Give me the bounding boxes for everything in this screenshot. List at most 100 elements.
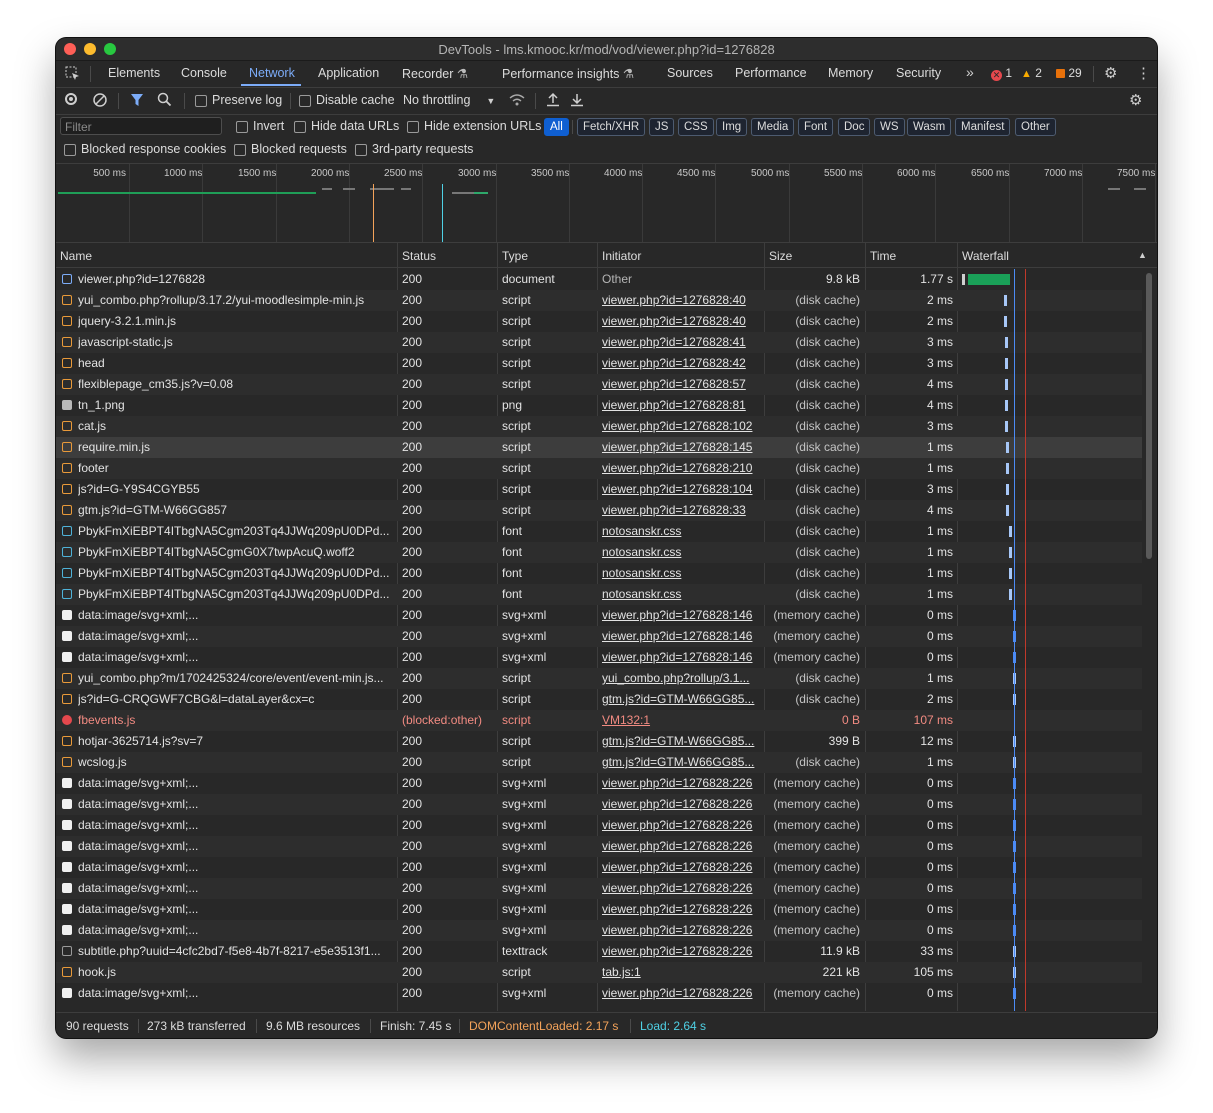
table-row[interactable]: subtitle.php?uuid=4cfc2bd7-f5e8-4b7f-821… — [56, 941, 1142, 962]
column-header-type[interactable]: Type — [502, 249, 528, 263]
table-row[interactable]: js?id=G-Y9S4CGYB55 200 script viewer.php?id… — [56, 479, 1142, 500]
third-party-requests-checkbox[interactable] — [355, 144, 367, 156]
request-initiator-link[interactable]: viewer.php?id=1276828:226 — [602, 794, 760, 815]
tab-performance-insights[interactable]: Performance insights ⚗ — [502, 66, 634, 81]
filter-type-other[interactable]: Other — [1015, 118, 1056, 136]
table-row[interactable]: require.min.js 200 script viewer.php?id=127… — [56, 437, 1142, 458]
filter-type-all[interactable]: All — [544, 118, 569, 136]
request-initiator-link[interactable]: viewer.php?id=1276828:40 — [602, 290, 760, 311]
table-row[interactable]: data:image/svg+xml;... 200 svg+xml viewer.p… — [56, 605, 1142, 626]
sort-ascending-icon[interactable]: ▲ — [1138, 250, 1147, 260]
more-tabs-chevron-icon[interactable]: » — [966, 64, 974, 80]
table-row[interactable]: wcslog.js 200 script gtm.js?id=GTM-W66GG85.… — [56, 752, 1142, 773]
request-initiator-link[interactable]: tab.js:1 — [602, 962, 760, 983]
request-initiator-link[interactable]: viewer.php?id=1276828:226 — [602, 836, 760, 857]
request-initiator-link[interactable]: viewer.php?id=1276828:210 — [602, 458, 760, 479]
column-header-waterfall[interactable]: Waterfall — [962, 249, 1009, 263]
filter-type-wasm[interactable]: Wasm — [907, 118, 952, 136]
tab-sources[interactable]: Sources — [667, 66, 713, 80]
filter-type-manifest[interactable]: Manifest — [955, 118, 1011, 136]
filter-type-css[interactable]: CSS — [678, 118, 714, 136]
tab-memory[interactable]: Memory — [828, 66, 873, 80]
column-header-size[interactable]: Size — [769, 249, 792, 263]
request-initiator-link[interactable]: viewer.php?id=1276828:104 — [602, 479, 760, 500]
disable-cache-checkbox[interactable] — [299, 95, 311, 107]
request-initiator-link[interactable]: viewer.php?id=1276828:226 — [602, 815, 760, 836]
table-row[interactable]: gtm.js?id=GTM-W66GG857 200 script viewer.ph… — [56, 500, 1142, 521]
inspect-element-icon[interactable] — [65, 66, 80, 81]
filter-funnel-icon[interactable] — [130, 93, 144, 107]
blocked-requests-checkbox[interactable] — [234, 144, 246, 156]
tab-network[interactable]: Network — [249, 66, 295, 80]
request-initiator-link[interactable]: viewer.php?id=1276828:226 — [602, 773, 760, 794]
request-initiator-link[interactable]: viewer.php?id=1276828:146 — [602, 647, 760, 668]
hide-extension-urls-checkbox[interactable] — [407, 121, 419, 133]
request-initiator-link[interactable]: viewer.php?id=1276828:226 — [602, 941, 760, 962]
more-options-kebab-icon[interactable]: ⋮ — [1136, 64, 1151, 82]
request-initiator-link[interactable]: viewer.php?id=1276828:226 — [602, 983, 760, 1004]
request-initiator-link[interactable]: viewer.php?id=1276828:226 — [602, 857, 760, 878]
table-row[interactable]: PbykFmXiEBPT4ITbgNA5CgmG0X7twpAcuQ.woff2… — [56, 542, 1142, 563]
issues-count-badge[interactable]: 29 — [1056, 66, 1082, 80]
filter-type-js[interactable]: JS — [649, 118, 675, 136]
request-initiator-link[interactable]: notosanskr.css — [602, 521, 760, 542]
table-row[interactable]: js?id=G-CRQGWF7CBG&l=dataLayer&cx=c 200 sc… — [56, 689, 1142, 710]
filter-type-img[interactable]: Img — [716, 118, 748, 136]
request-initiator-link[interactable]: notosanskr.css — [602, 584, 760, 605]
table-row[interactable]: footer 200 script viewer.php?id=1276828:210… — [56, 458, 1142, 479]
request-initiator-link[interactable]: viewer.php?id=1276828:40 — [602, 311, 760, 332]
filter-input[interactable]: Filter — [60, 117, 222, 135]
preserve-log-checkbox[interactable] — [195, 95, 207, 107]
request-initiator-link[interactable]: viewer.php?id=1276828:146 — [602, 605, 760, 626]
record-stop-icon[interactable] — [65, 93, 77, 105]
request-initiator-link[interactable]: notosanskr.css — [602, 563, 760, 584]
table-row[interactable]: PbykFmXiEBPT4ITbgNA5Cgm203Tq4JJWq209pU0D… — [56, 584, 1142, 605]
request-initiator-link[interactable]: VM132:1 — [602, 710, 760, 731]
warning-count-badge[interactable]: ▲ 2 — [1021, 66, 1042, 80]
tab-elements[interactable]: Elements — [108, 66, 160, 80]
table-row[interactable]: data:image/svg+xml;... 200 svg+xml viewer.p… — [56, 626, 1142, 647]
filter-type-doc[interactable]: Doc — [838, 118, 871, 136]
table-row[interactable]: tn_1.png 200 png viewer.php?id=1276828:81 (d… — [56, 395, 1142, 416]
table-row[interactable]: yui_combo.php?m/1702425324/core/event/ev… — [56, 668, 1142, 689]
filter-type-media[interactable]: Media — [751, 118, 795, 136]
table-row[interactable]: jquery-3.2.1.min.js 200 script viewer.php?i… — [56, 311, 1142, 332]
table-row[interactable]: data:image/svg+xml;... 200 svg+xml viewer.p… — [56, 857, 1142, 878]
table-row[interactable]: data:image/svg+xml;... 200 svg+xml viewer.p… — [56, 773, 1142, 794]
table-row[interactable]: fbevents.js (blocked:other) script VM132:1 0… — [56, 710, 1142, 731]
table-row[interactable]: hotjar-3625714.js?sv=7 200 script gtm.js?id… — [56, 731, 1142, 752]
request-initiator-link[interactable]: viewer.php?id=1276828:226 — [602, 878, 760, 899]
export-har-download-icon[interactable] — [570, 92, 584, 107]
filter-type-font[interactable]: Font — [798, 118, 834, 136]
tab-application[interactable]: Application — [318, 66, 379, 80]
request-initiator-link[interactable]: viewer.php?id=1276828:226 — [602, 899, 760, 920]
request-initiator-link[interactable]: viewer.php?id=1276828:42 — [602, 353, 760, 374]
table-row[interactable]: data:image/svg+xml;... 200 svg+xml viewer.p… — [56, 983, 1142, 1004]
settings-gear-icon[interactable]: ⚙ — [1104, 64, 1117, 82]
table-row[interactable]: data:image/svg+xml;... 200 svg+xml viewer.p… — [56, 836, 1142, 857]
table-row[interactable]: yui_combo.php?rollup/3.17.2/yui-moodlesi… — [56, 290, 1142, 311]
error-count-badge[interactable]: ✕ 1 — [991, 66, 1012, 81]
timeline-overview[interactable]: 500 ms 1000 ms 1500 ms 2000 ms 2500 ms 3000 m… — [56, 164, 1157, 243]
request-initiator-link[interactable]: gtm.js?id=GTM-W66GG85... — [602, 752, 760, 773]
table-row[interactable]: flexiblepage_cm35.js?v=0.08 200 script view… — [56, 374, 1142, 395]
table-row[interactable]: PbykFmXiEBPT4ITbgNA5Cgm203Tq4JJWq209pU0D… — [56, 521, 1142, 542]
request-initiator-link[interactable]: viewer.php?id=1276828:81 — [602, 395, 760, 416]
throttling-select[interactable]: No throttling ▼ — [403, 93, 495, 107]
request-initiator-link[interactable]: gtm.js?id=GTM-W66GG85... — [602, 731, 760, 752]
table-row[interactable]: javascript-static.js 200 script viewer.php?… — [56, 332, 1142, 353]
table-row[interactable]: data:image/svg+xml;... 200 svg+xml viewer.p… — [56, 815, 1142, 836]
request-initiator-link[interactable]: notosanskr.css — [602, 542, 760, 563]
table-row[interactable]: data:image/svg+xml;... 200 svg+xml viewer.p… — [56, 899, 1142, 920]
request-initiator-link[interactable]: viewer.php?id=1276828:146 — [602, 626, 760, 647]
column-header-initiator[interactable]: Initiator — [602, 249, 641, 263]
invert-checkbox[interactable] — [236, 121, 248, 133]
column-header-status[interactable]: Status — [402, 249, 436, 263]
column-header-name[interactable]: Name — [60, 249, 92, 263]
request-initiator-link[interactable]: viewer.php?id=1276828:226 — [602, 920, 760, 941]
search-icon[interactable] — [157, 92, 172, 107]
tab-performance[interactable]: Performance — [735, 66, 807, 80]
filter-type-fetch-xhr[interactable]: Fetch/XHR — [577, 118, 646, 136]
import-har-upload-icon[interactable] — [546, 92, 560, 107]
scrollbar-thumb[interactable] — [1146, 273, 1152, 559]
